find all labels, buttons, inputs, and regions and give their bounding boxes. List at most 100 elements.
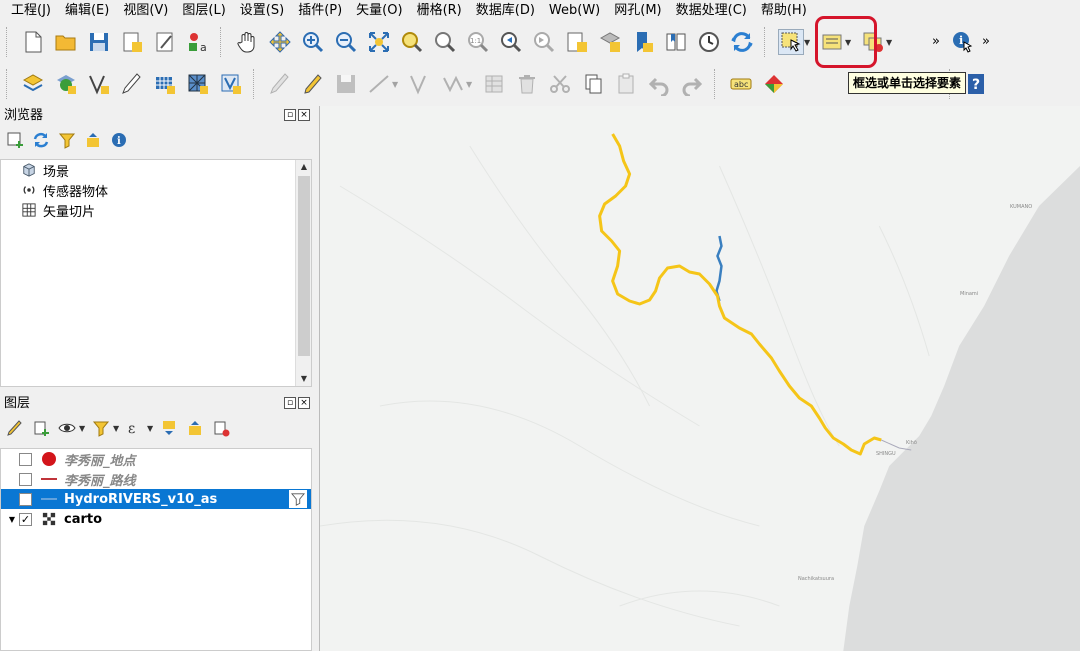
add-group-icon[interactable] <box>30 417 52 439</box>
menu-processing[interactable]: 数据处理(C) <box>669 0 754 22</box>
zoom-out-icon[interactable] <box>333 29 359 55</box>
zoom-full-icon[interactable] <box>366 29 392 55</box>
layer-filter-icon[interactable] <box>289 490 307 508</box>
menu-layer[interactable]: 图层(L) <box>175 0 232 22</box>
temporal-controller-icon[interactable] <box>696 29 722 55</box>
filter-expression-icon[interactable]: ε <box>124 417 146 439</box>
digitize-freehand-icon[interactable] <box>119 71 145 97</box>
map-canvas[interactable]: KUMANO Minami Kihō SHINGU Nachikatsuura <box>319 106 1080 651</box>
float-panel-icon[interactable]: ▫ <box>284 397 296 409</box>
expand-arrow-icon[interactable]: ▼ <box>5 515 19 524</box>
layer-checkbox[interactable] <box>19 452 32 466</box>
data-source-manager-icon[interactable] <box>20 71 46 97</box>
save-edits-icon[interactable] <box>333 71 359 97</box>
new-project-icon[interactable] <box>20 29 46 55</box>
deselect-dropdown-arrow[interactable]: ▼ <box>886 38 894 47</box>
layer-row-locations[interactable]: 李秀丽_地点 <box>1 449 311 469</box>
expression-dropdown-arrow[interactable]: ▼ <box>147 424 155 433</box>
menu-edit[interactable]: 编辑(E) <box>58 0 116 22</box>
label-tool-icon[interactable]: abc <box>728 71 754 97</box>
add-feature-dropdown-arrow[interactable]: ▼ <box>392 80 400 89</box>
style-panel-brush-icon[interactable] <box>4 417 26 439</box>
pan-hand-icon[interactable] <box>234 29 260 55</box>
menu-plugins[interactable]: 插件(P) <box>291 0 349 22</box>
add-mesh-layer-icon[interactable] <box>185 71 211 97</box>
add-virtual-layer-icon[interactable] <box>218 71 244 97</box>
menu-settings[interactable]: 设置(S) <box>233 0 291 22</box>
zoom-to-selection-icon[interactable] <box>399 29 425 55</box>
browser-scrollbar[interactable]: ▲ ▼ <box>295 160 311 386</box>
zoom-next-icon[interactable] <box>531 29 557 55</box>
deselect-features-icon[interactable] <box>860 29 886 55</box>
new-bookmark-icon[interactable] <box>630 29 656 55</box>
identify-features-icon[interactable]: i <box>950 29 976 55</box>
browser-item-scenes[interactable]: 场景 <box>1 160 311 180</box>
filter-dropdown-arrow[interactable]: ▼ <box>113 424 121 433</box>
select-dropdown-arrow[interactable]: ▼ <box>804 38 812 47</box>
collapse-all-icon[interactable] <box>82 129 104 151</box>
menu-view[interactable]: 视图(V) <box>116 0 175 22</box>
attribute-table-icon[interactable] <box>481 71 507 97</box>
refresh-browser-icon[interactable] <box>30 129 52 151</box>
close-panel-icon[interactable]: × <box>298 397 310 409</box>
visibility-dropdown-arrow[interactable]: ▼ <box>79 424 87 433</box>
toolbar-overflow-chevron[interactable]: » <box>925 31 947 53</box>
add-raster-layer-icon[interactable] <box>152 71 178 97</box>
delete-selected-icon[interactable] <box>514 71 540 97</box>
filter-browser-icon[interactable] <box>56 129 78 151</box>
scroll-thumb[interactable] <box>298 176 310 356</box>
layer-checkbox[interactable] <box>19 472 32 486</box>
menu-help[interactable]: 帮助(H) <box>754 0 814 22</box>
copy-features-icon[interactable] <box>580 71 606 97</box>
expand-all-icon[interactable] <box>158 417 180 439</box>
refresh-icon[interactable] <box>729 29 755 55</box>
undo-icon[interactable] <box>646 71 672 97</box>
new-3d-view-icon[interactable] <box>597 29 623 55</box>
show-bookmarks-icon[interactable] <box>663 29 689 55</box>
layer-row-hydrorivers[interactable]: ✓ HydroRIVERS_v10_as <box>1 489 311 509</box>
cut-features-icon[interactable] <box>547 71 573 97</box>
browser-item-sensors[interactable]: 传感器物体 <box>1 180 311 200</box>
vertex-tool-icon[interactable] <box>407 71 433 97</box>
zoom-to-layer-icon[interactable] <box>432 29 458 55</box>
modify-attributes-icon[interactable] <box>440 71 466 97</box>
label-style-icon[interactable]: a <box>185 29 211 55</box>
layer-row-carto[interactable]: ▼ ✓ carto <box>1 509 311 529</box>
layer-row-route[interactable]: 李秀丽_路线 <box>1 469 311 489</box>
new-print-layout-icon[interactable] <box>119 29 145 55</box>
zoom-last-icon[interactable] <box>498 29 524 55</box>
properties-info-icon[interactable]: i <box>108 129 130 151</box>
float-panel-icon[interactable]: ▫ <box>284 109 296 121</box>
add-selected-layer-icon[interactable] <box>4 129 26 151</box>
remove-layer-icon[interactable] <box>210 417 232 439</box>
menu-mesh[interactable]: 网孔(M) <box>607 0 668 22</box>
select-by-value-icon[interactable] <box>819 29 845 55</box>
browser-item-vector-tiles[interactable]: 矢量切片 <box>1 200 311 220</box>
paste-features-icon[interactable] <box>613 71 639 97</box>
zoom-native-icon[interactable]: 1:1 <box>465 29 491 55</box>
collapse-all-layers-icon[interactable] <box>184 417 206 439</box>
select-features-icon[interactable] <box>777 29 804 55</box>
new-map-view-icon[interactable] <box>564 29 590 55</box>
layer-checkbox[interactable]: ✓ <box>19 512 32 526</box>
scroll-down-arrow[interactable]: ▼ <box>296 372 312 386</box>
zoom-in-icon[interactable] <box>300 29 326 55</box>
filter-legend-icon[interactable] <box>90 417 112 439</box>
open-project-icon[interactable] <box>53 29 79 55</box>
help-icon[interactable]: ? <box>963 71 989 97</box>
save-project-icon[interactable] <box>86 29 112 55</box>
digitize-vertex-icon[interactable] <box>86 71 112 97</box>
layer-checkbox[interactable]: ✓ <box>19 492 32 506</box>
menu-web[interactable]: Web(W) <box>542 0 607 22</box>
toolbar-overflow-chevron-2[interactable]: » <box>980 31 992 53</box>
toggle-editing-icon[interactable] <box>300 71 326 97</box>
select-by-value-dropdown-arrow[interactable]: ▼ <box>845 38 853 47</box>
add-vector-layer-icon[interactable] <box>53 71 79 97</box>
style-manager-icon[interactable] <box>152 29 178 55</box>
menu-database[interactable]: 数据库(D) <box>469 0 542 22</box>
current-edits-icon[interactable] <box>267 71 293 97</box>
modify-dropdown-arrow[interactable]: ▼ <box>466 80 474 89</box>
add-line-feature-icon[interactable] <box>366 71 392 97</box>
close-panel-icon[interactable]: × <box>298 109 310 121</box>
manage-visibility-eye-icon[interactable] <box>56 417 78 439</box>
